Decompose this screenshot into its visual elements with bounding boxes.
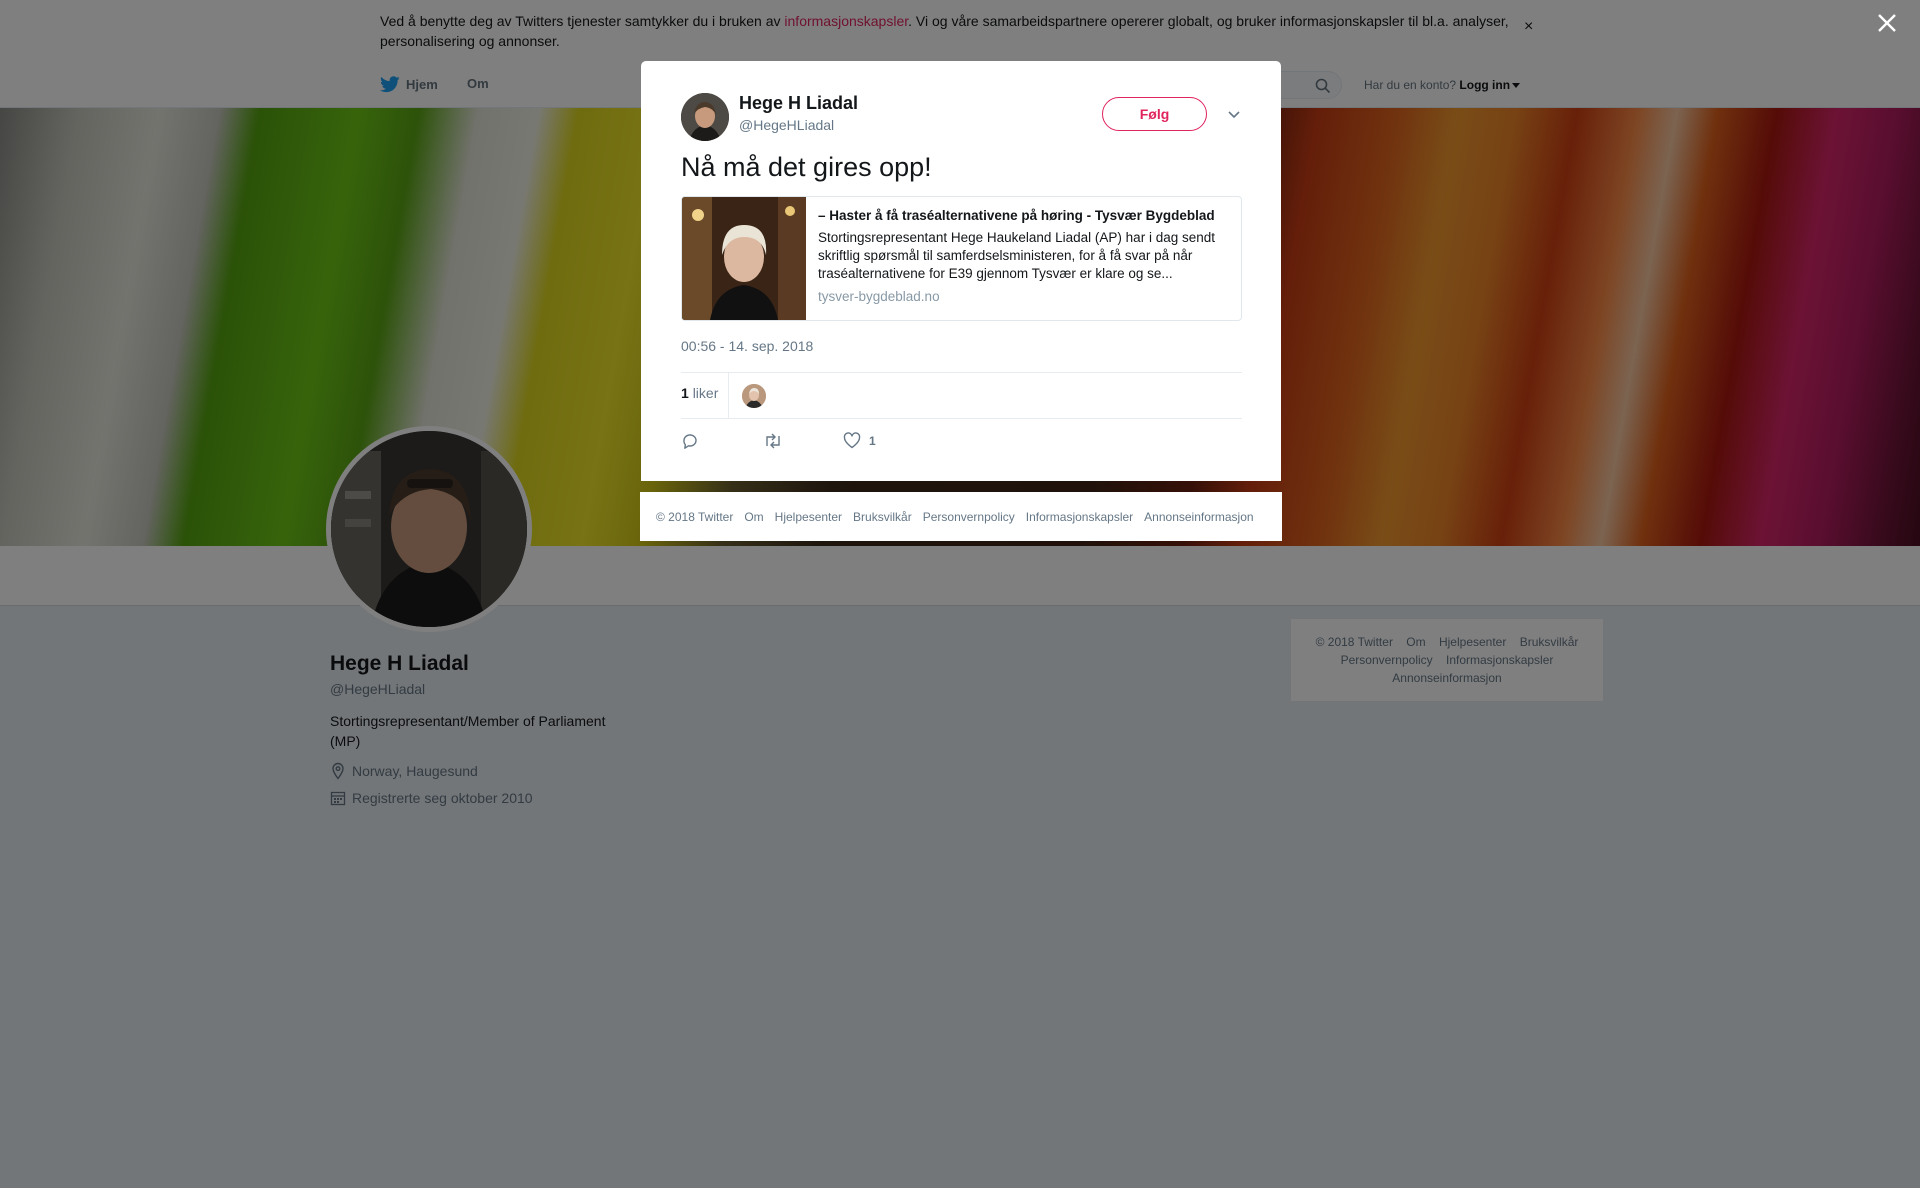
heart-icon bbox=[843, 432, 861, 449]
modal-footer-link[interactable]: Personvernpolicy bbox=[923, 510, 1015, 524]
stats-divider bbox=[728, 373, 729, 419]
modal-footer-link[interactable]: Bruksvilkår bbox=[853, 510, 912, 524]
retweet-button[interactable] bbox=[763, 432, 783, 450]
modal-footer: © 2018 Twitter Om Hjelpesenter Bruksvilk… bbox=[640, 492, 1282, 541]
reply-button[interactable] bbox=[681, 432, 699, 450]
tweet-timestamp[interactable]: 00:56 - 14. sep. 2018 bbox=[681, 338, 813, 354]
tweet-author-handle[interactable]: @HegeHLiadal bbox=[739, 117, 834, 133]
like-count: 1 bbox=[869, 433, 876, 448]
card-body: – Haster å få traséalternativene på høri… bbox=[806, 197, 1241, 320]
modal-footer-link[interactable]: Om bbox=[744, 510, 763, 524]
liker-avatar[interactable] bbox=[742, 384, 766, 408]
liker-photo bbox=[742, 384, 766, 408]
modal-footer-link[interactable]: Hjelpesenter bbox=[775, 510, 842, 524]
tweet-modal: Hege H Liadal @HegeHLiadal Følg Nå må de… bbox=[641, 61, 1281, 481]
link-preview-card[interactable]: – Haster å få traséalternativene på høri… bbox=[681, 196, 1242, 321]
author-photo bbox=[681, 93, 729, 141]
likes-word: liker bbox=[692, 385, 719, 401]
card-description: Stortingsrepresentant Hege Haukeland Lia… bbox=[818, 230, 1215, 281]
close-icon[interactable] bbox=[1874, 10, 1900, 36]
reply-icon bbox=[683, 434, 697, 449]
modal-footer-link[interactable]: Annonseinformasjon bbox=[1144, 510, 1253, 524]
tweet-author-avatar[interactable] bbox=[681, 93, 729, 141]
chevron-down-icon[interactable] bbox=[1225, 105, 1243, 123]
likes-count[interactable]: 1 liker bbox=[681, 385, 730, 401]
card-title: – Haster å få traséalternativene på høri… bbox=[818, 208, 1215, 223]
modal-footer-link[interactable]: Informasjonskapsler bbox=[1026, 510, 1133, 524]
tweet-author-name[interactable]: Hege H Liadal bbox=[739, 93, 858, 114]
modal-footer-copyright: © 2018 Twitter bbox=[656, 509, 734, 524]
card-domain: tysver-bygdeblad.no bbox=[818, 289, 940, 304]
card-photo bbox=[682, 197, 806, 320]
retweet-icon bbox=[766, 433, 780, 449]
likes-number: 1 bbox=[681, 385, 689, 401]
tweet-text: Nå må det gires opp! bbox=[681, 152, 932, 182]
follow-button[interactable]: Følg bbox=[1102, 97, 1207, 131]
card-thumbnail bbox=[682, 197, 806, 320]
like-button[interactable]: 1 bbox=[843, 432, 876, 449]
tweet-stats: 1 liker bbox=[681, 372, 1242, 419]
